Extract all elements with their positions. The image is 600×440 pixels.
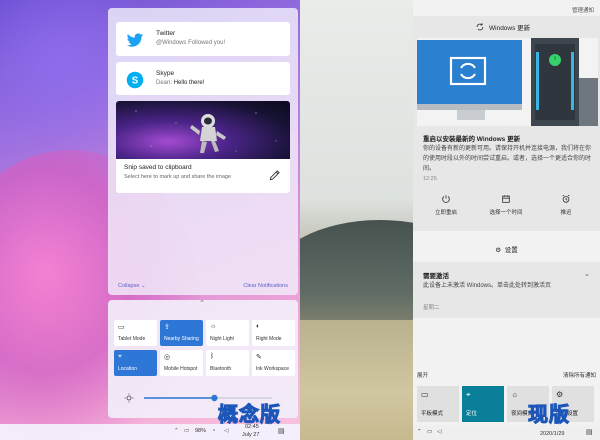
quick-action-label: Night Light xyxy=(210,336,234,342)
clear-notifications-link[interactable]: Clear Notifications xyxy=(243,283,288,289)
pen-icon: ✎ xyxy=(256,354,262,361)
sun-icon: ☼ xyxy=(210,323,217,330)
quick-action-tile[interactable]: ✎ Ink Workspace xyxy=(252,350,295,376)
action-center-panel: Twitter @Windows Followed you! S Skype D… xyxy=(108,8,298,295)
location-icon: ⌖ xyxy=(118,353,122,360)
quick-action-label: Bluetooth xyxy=(210,366,232,372)
quick-action-tile[interactable]: ⌖ Location xyxy=(114,350,157,376)
twitter-notification[interactable]: Twitter @Windows Followed you! xyxy=(116,22,290,56)
quick-action-tile[interactable]: ◐ Right Mode xyxy=(252,320,295,346)
quick-action-label: Tablet Mode xyxy=(118,336,146,342)
chevron-up-icon[interactable]: ⌃ xyxy=(417,429,422,435)
notification-icon[interactable]: ▤ xyxy=(586,428,593,436)
quick-action-tile[interactable]: ☼ Night Light xyxy=(206,320,249,346)
brightness-thumb xyxy=(211,394,218,402)
tablet-icon: ▭ xyxy=(118,324,125,331)
expand-link[interactable]: 展开 xyxy=(417,373,428,379)
quick-action-label: 定位 xyxy=(466,411,478,417)
mode-icon: ◐ xyxy=(256,323,261,330)
location-icon: ⌖ xyxy=(466,390,471,399)
update-notification-header: Windows 更新 xyxy=(413,22,600,34)
pen-icon[interactable] xyxy=(268,168,282,182)
action-center-footer: Collapse ⌄ Clear Notifications xyxy=(118,283,288,289)
quick-action-tile[interactable]: ⇪ Nearby Sharing xyxy=(160,320,203,346)
skype-icon: S xyxy=(126,71,144,89)
restart-body: 你的设备有新的更新可用。请保持开机并连接电源，我们将在你的使用时段以外的时间尝试… xyxy=(423,146,592,172)
update-icon xyxy=(476,23,484,31)
quick-action-tile[interactable]: ◎ Mobile Hotspot xyxy=(160,350,203,376)
wifi-icon[interactable]: ◔ xyxy=(212,428,215,434)
pick-time-button[interactable]: 选择一个时间 xyxy=(476,194,536,216)
power-icon xyxy=(442,195,450,203)
quick-actions-header: 展开 清除所有通知 xyxy=(417,371,596,379)
quick-action-tile[interactable]: ⌖ 定位 xyxy=(462,386,504,422)
sun-icon xyxy=(124,393,134,403)
hotspot-icon: ◎ xyxy=(164,354,171,361)
battery-percent: 98% xyxy=(195,428,207,434)
restart-now-button[interactable]: 立即重启 xyxy=(416,194,476,216)
concept-version-stamp: 概念版 xyxy=(218,402,281,427)
notification-title: Skype xyxy=(156,70,175,77)
notification-text: Dean: Hello there! xyxy=(156,80,205,86)
concept-screenshot: Twitter @Windows Followed you! S Skype D… xyxy=(0,0,300,440)
volume-icon[interactable]: ◁ xyxy=(437,429,441,435)
current-version-stamp: 现版 xyxy=(528,402,570,427)
chevron-up-icon[interactable]: ⌃ xyxy=(199,299,205,307)
quick-action-label: Nearby Sharing xyxy=(164,336,199,342)
snip-title: Snip saved to clipboard xyxy=(124,164,192,171)
chevron-down-icon[interactable]: ⌄ xyxy=(584,270,590,278)
manage-notifications-link[interactable]: 管理通知 xyxy=(572,6,594,14)
current-screenshot: 管理通知 Windows 更新 重启以安装最新的 Windows 更新 你的设备… xyxy=(300,0,600,440)
activation-date: 星期二 xyxy=(423,305,440,311)
settings-group-header: ⚙ 设置 xyxy=(495,247,518,254)
notification-title: Twitter xyxy=(156,30,176,37)
bluetooth-icon: ᛒ xyxy=(210,353,215,360)
quick-action-label: Location xyxy=(118,366,137,372)
update-title: Windows 更新 xyxy=(489,25,531,32)
quick-action-tile[interactable]: ▭ 平板模式 xyxy=(417,386,459,422)
battery-icon[interactable]: ▭ xyxy=(184,428,189,434)
monitor-screen xyxy=(417,40,522,104)
skype-notification[interactable]: S Skype Dean: Hello there! xyxy=(116,62,290,95)
clear-all-link[interactable]: 清除所有通知 xyxy=(563,371,596,379)
network-icon[interactable]: ▭ xyxy=(427,429,432,435)
activation-title: 需要激活 xyxy=(423,273,449,280)
tablet-icon: ▭ xyxy=(421,390,429,399)
gear-icon: ⚙ xyxy=(495,247,502,254)
snip-text: Select here to mark up and share the ima… xyxy=(124,174,232,180)
collapse-link[interactable]: Collapse ⌄ xyxy=(118,283,146,289)
calendar-icon xyxy=(502,195,510,203)
quick-action-label: 平板模式 xyxy=(421,411,444,417)
update-banner-image xyxy=(417,38,598,126)
notification-text: @Windows Followed you! xyxy=(156,40,226,46)
alarm-icon xyxy=(562,194,570,203)
chevron-up-icon[interactable]: ⌃ xyxy=(174,428,179,434)
svg-text:S: S xyxy=(132,75,139,86)
chevron-down-icon: ⌄ xyxy=(140,283,146,289)
clock-date[interactable]: July 27 xyxy=(242,432,259,438)
astronaut-figure xyxy=(190,114,226,153)
notification-icon[interactable]: ▤ xyxy=(278,427,285,435)
quick-action-tile[interactable]: ᛒ Bluetooth xyxy=(206,350,249,376)
taskbar: ⌃ ▭ ◁ 2020/1/29 ▤ xyxy=(413,425,600,440)
quick-action-label: Right Mode xyxy=(256,336,282,342)
share-icon: ⇪ xyxy=(164,324,170,331)
snip-preview-image xyxy=(116,101,290,159)
restart-title: 重启以安装最新的 Windows 更新 xyxy=(423,136,521,143)
sun-icon: ☼ xyxy=(511,390,519,399)
clock-date[interactable]: 2020/1/29 xyxy=(540,431,564,437)
quick-action-label: Ink Workspace xyxy=(256,366,289,372)
twitter-icon xyxy=(126,33,144,47)
snip-notification[interactable]: Snip saved to clipboard Select here to m… xyxy=(116,101,290,193)
quick-action-label: Mobile Hotspot xyxy=(164,366,198,372)
volume-icon[interactable]: ◁ xyxy=(224,428,228,434)
snooze-button[interactable]: 推迟 xyxy=(536,194,596,216)
notification-time: 12:25 xyxy=(423,176,437,182)
action-center-panel: 管理通知 Windows 更新 重启以安装最新的 Windows 更新 你的设备… xyxy=(413,0,600,440)
quick-action-tile[interactable]: ▭ Tablet Mode xyxy=(114,320,157,346)
activation-body: 此设备上未激活 Windows。单击此处转到激活页 xyxy=(423,283,552,289)
